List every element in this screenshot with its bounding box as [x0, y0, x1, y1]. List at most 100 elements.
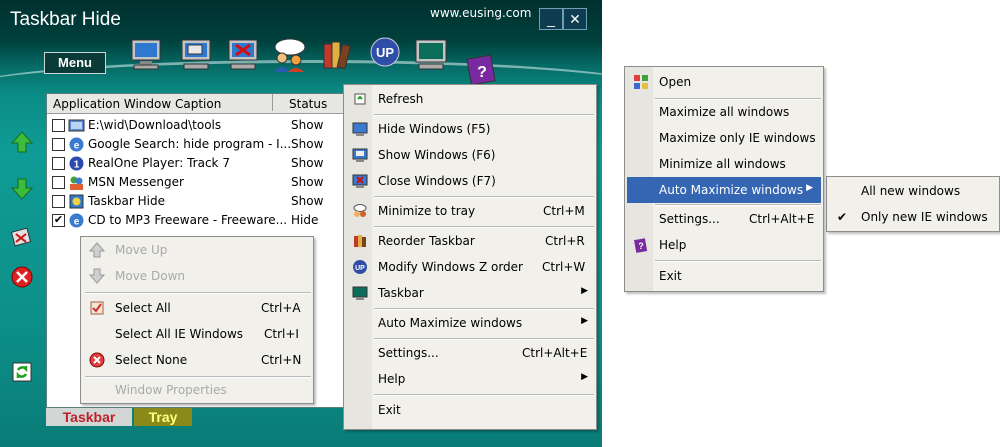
menu-separator	[374, 394, 594, 396]
row-status: Hide	[291, 213, 319, 227]
close-button[interactable]: ✕	[563, 8, 587, 30]
menu-button[interactable]: Menu	[44, 52, 106, 74]
menu-item-open[interactable]: Open	[625, 69, 823, 95]
realplayer-icon: 1	[69, 156, 84, 171]
menu-item-settings[interactable]: Settings... Ctrl+Alt+E	[344, 340, 596, 366]
submenu-arrow-icon: ▶	[806, 183, 813, 193]
tray-icon[interactable]	[10, 224, 34, 248]
menu-item-taskbar[interactable]: Taskbar ▶	[344, 280, 596, 306]
menu-item-modify-z-order[interactable]: UP Modify Windows Z order Ctrl+W	[344, 254, 596, 280]
row-status: Show	[291, 194, 324, 208]
row-checkbox[interactable]	[52, 138, 65, 151]
row-status: Show	[291, 175, 324, 189]
svg-text:UP: UP	[376, 45, 394, 60]
monitor-close-icon[interactable]	[225, 36, 261, 72]
refresh-icon[interactable]	[10, 360, 34, 384]
svg-text:1: 1	[74, 160, 80, 171]
users-icon[interactable]	[270, 36, 310, 72]
monitor-window-icon[interactable]	[178, 36, 214, 72]
arrow-down-icon[interactable]	[10, 177, 34, 201]
row-checkbox[interactable]	[52, 119, 65, 132]
menu-separator	[655, 260, 821, 262]
column-caption-header[interactable]: Application Window Caption	[53, 97, 221, 111]
table-row[interactable]: e Google Search: hide program - I... Show	[52, 135, 342, 154]
column-status-header[interactable]: Status	[272, 94, 327, 111]
menu-item-settings[interactable]: Settings... Ctrl+Alt+E	[625, 206, 823, 232]
menu-item-close-windows[interactable]: Close Windows (F7)	[344, 168, 596, 194]
close-circle-icon[interactable]	[10, 265, 34, 289]
menu-item-exit[interactable]: Exit	[625, 263, 823, 289]
tab-tray[interactable]: Tray	[134, 408, 192, 426]
row-checkbox[interactable]	[52, 157, 65, 170]
taskbarhide-icon	[69, 194, 84, 209]
menu-item-all-new-windows[interactable]: All new windows	[827, 178, 999, 204]
svg-text:e: e	[74, 141, 80, 152]
close-circle-icon	[89, 352, 105, 368]
menu-item-refresh[interactable]: Refresh	[344, 86, 596, 112]
menu-separator	[85, 292, 311, 294]
monitor-icon	[352, 122, 368, 136]
row-status: Show	[291, 137, 324, 151]
row-checkbox[interactable]	[52, 176, 65, 189]
list-header: Application Window Caption Status	[47, 94, 347, 114]
menu-item-minimize-to-tray[interactable]: Minimize to tray Ctrl+M	[344, 198, 596, 224]
table-row[interactable]: ✔ e CD to MP3 Freeware - Freeware... Hide	[52, 211, 342, 230]
menu-item-show-windows[interactable]: Show Windows (F6)	[344, 142, 596, 168]
menu-item-maximize-all[interactable]: Maximize all windows	[625, 99, 823, 125]
arrow-up-icon	[89, 242, 105, 258]
menu-item-hide-windows[interactable]: Hide Windows (F5)	[344, 116, 596, 142]
terminal-icon	[352, 286, 368, 300]
menu-item-window-properties[interactable]: Window Properties	[81, 377, 313, 403]
list-context-menu: Move Up Move Down Select All Ctrl+A Sele…	[80, 236, 314, 404]
minimize-button[interactable]: _	[539, 8, 563, 30]
table-row[interactable]: Taskbar Hide Show	[52, 192, 342, 211]
menu-item-auto-maximize[interactable]: Auto Maximize windows ▶	[344, 310, 596, 336]
website-link[interactable]: www.eusing.com	[430, 6, 531, 20]
up-icon[interactable]: UP	[366, 36, 404, 72]
select-all-icon	[90, 301, 104, 315]
menu-item-exit[interactable]: Exit	[344, 397, 596, 423]
menu-item-maximize-ie[interactable]: Maximize only IE windows	[625, 125, 823, 151]
table-row[interactable]: 1 RealOne Player: Track 7 Show	[52, 154, 342, 173]
monitor-icon[interactable]	[128, 36, 164, 72]
submenu-arrow-icon: ▶	[581, 286, 588, 296]
row-checkbox[interactable]	[52, 195, 65, 208]
menu-item-reorder-taskbar[interactable]: Reorder Taskbar Ctrl+R	[344, 228, 596, 254]
books-icon[interactable]	[320, 36, 356, 72]
menu-item-help[interactable]: Help ▶	[344, 366, 596, 392]
row-caption: Taskbar Hide	[88, 194, 165, 208]
row-caption: Google Search: hide program - I...	[88, 137, 292, 151]
msn-icon	[70, 176, 83, 190]
svg-text:e: e	[74, 217, 80, 228]
menu-item-only-new-ie[interactable]: ✔ Only new IE windows	[827, 204, 999, 230]
arrow-up-icon[interactable]	[10, 130, 34, 154]
explorer-icon	[68, 119, 85, 132]
menu-item-move-down[interactable]: Move Down	[81, 263, 313, 289]
arrow-down-icon	[89, 268, 105, 284]
ie-icon: e	[69, 137, 84, 152]
table-row[interactable]: MSN Messenger Show	[52, 173, 342, 192]
help-book-icon: ?	[634, 238, 648, 253]
menu-item-help[interactable]: ? Help	[625, 232, 823, 258]
ie-icon: e	[69, 213, 84, 228]
up-icon: UP	[353, 260, 367, 274]
app-title: Taskbar Hide	[10, 9, 121, 30]
table-row[interactable]: E:\wid\Download\tools Show	[52, 116, 342, 135]
menu-item-select-none[interactable]: Select None Ctrl+N	[81, 347, 313, 373]
taskbar-hide-window: Taskbar Hide www.eusing.com _ ✕ Menu UP …	[0, 0, 602, 447]
help-book-icon[interactable]: ?	[465, 52, 499, 88]
books-icon	[354, 235, 366, 247]
main-context-menu: Refresh Hide Windows (F5) Show Windows (…	[343, 84, 597, 430]
menu-item-move-up[interactable]: Move Up	[81, 237, 313, 263]
monitor-window-icon	[352, 148, 368, 162]
row-checkbox[interactable]: ✔	[52, 214, 65, 227]
auto-maximize-submenu: All new windows ✔ Only new IE windows	[826, 176, 1000, 232]
tab-taskbar[interactable]: Taskbar	[46, 408, 132, 426]
monitor-close-icon	[352, 174, 368, 188]
menu-item-auto-maximize[interactable]: Auto Maximize windows ▶	[627, 177, 821, 203]
terminal-icon[interactable]	[413, 36, 449, 72]
check-icon: ✔	[837, 210, 848, 224]
menu-item-minimize-all[interactable]: Minimize all windows	[625, 151, 823, 177]
menu-item-select-all[interactable]: Select All Ctrl+A	[81, 295, 313, 321]
menu-item-select-all-ie[interactable]: Select All IE Windows Ctrl+I	[81, 321, 313, 347]
